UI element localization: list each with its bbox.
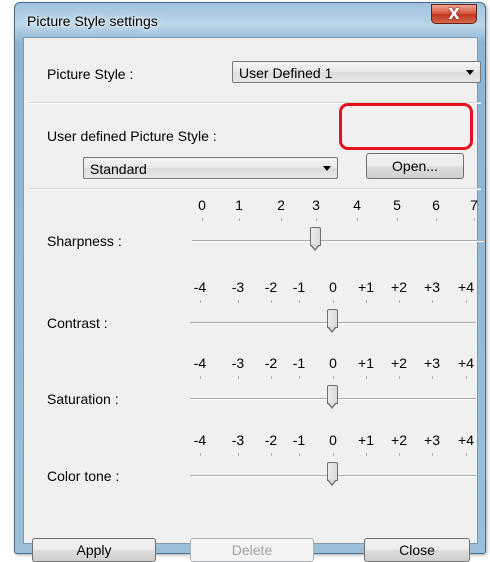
- tick-label: 6: [432, 197, 440, 213]
- tick-mark: [238, 300, 239, 303]
- tick-mark: [239, 218, 240, 221]
- tick-label: -1: [292, 355, 306, 371]
- title-bar[interactable]: Picture Style settings X: [15, 3, 485, 39]
- tick-mark: [238, 376, 239, 379]
- tick-label: 5: [393, 197, 401, 213]
- tick-label: +2: [391, 279, 407, 295]
- picture-style-label: Picture Style :: [47, 66, 134, 82]
- saturation-label: Saturation :: [47, 391, 119, 407]
- tick-label: +4: [458, 432, 474, 448]
- tick-mark: [366, 376, 367, 379]
- tick-mark: [432, 376, 433, 379]
- chevron-down-icon: [323, 166, 331, 171]
- picture-style-value: User Defined 1: [239, 65, 333, 81]
- delete-button[interactable]: Delete: [190, 538, 314, 562]
- tick-mark: [432, 300, 433, 303]
- saturation-slider-thumb[interactable]: [327, 385, 338, 409]
- tick-label: +1: [358, 355, 374, 371]
- picture-style-dropdown[interactable]: User Defined 1: [232, 61, 481, 83]
- tick-label: 7: [470, 197, 478, 213]
- tick-mark: [200, 376, 201, 379]
- tick-mark: [200, 300, 201, 303]
- user-defined-style-dropdown[interactable]: Standard: [83, 157, 338, 179]
- apply-button[interactable]: Apply: [32, 538, 156, 562]
- tick-mark: [432, 453, 433, 456]
- tick-mark: [357, 218, 358, 221]
- tick-mark: [200, 453, 201, 456]
- tick-mark: [366, 300, 367, 303]
- tick-label: +3: [424, 279, 440, 295]
- tick-label: -1: [292, 279, 306, 295]
- tick-label: -2: [264, 279, 278, 295]
- tick-label: -4: [193, 432, 207, 448]
- tick-label: -2: [264, 355, 278, 371]
- tick-label: +1: [358, 432, 374, 448]
- tick-mark: [299, 300, 300, 303]
- tick-label: +2: [391, 432, 407, 448]
- close-icon: X: [448, 5, 460, 23]
- tick-mark: [238, 453, 239, 456]
- tick-mark: [333, 453, 334, 456]
- tick-mark: [299, 376, 300, 379]
- tick-label: -4: [193, 279, 207, 295]
- tick-label: 0: [329, 432, 337, 448]
- tick-label: +3: [424, 355, 440, 371]
- tick-label: +2: [391, 355, 407, 371]
- tick-label: 3: [312, 197, 320, 213]
- tick-label: 0: [329, 355, 337, 371]
- user-defined-style-value: Standard: [90, 161, 147, 177]
- tick-mark: [271, 376, 272, 379]
- tick-label: -1: [292, 432, 306, 448]
- tick-label: +4: [458, 279, 474, 295]
- chevron-down-icon: [466, 70, 474, 75]
- tick-mark: [466, 300, 467, 303]
- tick-label: 0: [198, 197, 206, 213]
- tick-label: +1: [358, 279, 374, 295]
- tick-label: +3: [424, 432, 440, 448]
- tick-mark: [397, 218, 398, 221]
- open-button-highlight: [339, 103, 473, 150]
- sharpness-slider-thumb[interactable]: [310, 227, 321, 251]
- contrast-slider-thumb[interactable]: [327, 309, 338, 333]
- tick-mark: [366, 453, 367, 456]
- window-close-button[interactable]: X: [431, 4, 477, 24]
- tick-label: +4: [458, 355, 474, 371]
- sharpness-label: Sharpness :: [47, 233, 122, 249]
- tick-label: -3: [231, 432, 245, 448]
- tick-mark: [281, 218, 282, 221]
- tick-mark: [333, 300, 334, 303]
- tick-label: -3: [231, 355, 245, 371]
- tick-mark: [399, 453, 400, 456]
- open-button[interactable]: Open...: [366, 153, 464, 179]
- tick-mark: [316, 218, 317, 221]
- tick-mark: [474, 218, 475, 221]
- tick-mark: [271, 453, 272, 456]
- tick-label: -4: [193, 355, 207, 371]
- tick-mark: [466, 376, 467, 379]
- tick-label: 1: [235, 197, 243, 213]
- tick-mark: [299, 453, 300, 456]
- color-tone-label: Color tone :: [47, 468, 120, 484]
- contrast-label: Contrast :: [47, 315, 108, 331]
- tick-mark: [202, 218, 203, 221]
- tick-mark: [436, 218, 437, 221]
- user-defined-style-label: User defined Picture Style :: [47, 128, 217, 144]
- color-tone-slider-thumb[interactable]: [327, 462, 338, 486]
- tick-mark: [271, 300, 272, 303]
- tick-mark: [466, 453, 467, 456]
- tick-label: 2: [277, 197, 285, 213]
- tick-mark: [333, 376, 334, 379]
- section-divider: [29, 188, 481, 190]
- tick-mark: [399, 376, 400, 379]
- window-title: Picture Style settings: [27, 13, 158, 29]
- close-button[interactable]: Close: [364, 538, 470, 562]
- tick-label: 0: [329, 279, 337, 295]
- tick-label: -2: [264, 432, 278, 448]
- tick-mark: [399, 300, 400, 303]
- tick-label: -3: [231, 279, 245, 295]
- tick-label: 4: [353, 197, 361, 213]
- sharpness-slider-track[interactable]: [192, 240, 484, 242]
